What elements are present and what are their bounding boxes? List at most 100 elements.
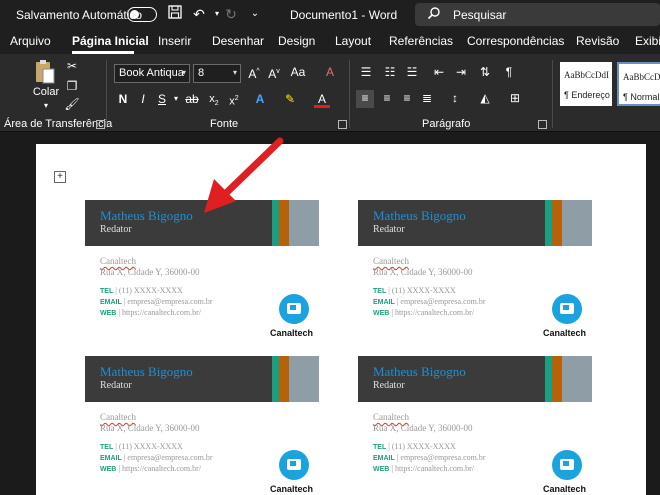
bold-icon[interactable]: N xyxy=(115,90,131,108)
chevron-down-icon[interactable]: ▾ xyxy=(168,90,184,108)
tab-pagina-inicial[interactable]: Página Inicial xyxy=(72,34,149,48)
card-tel: TEL | (11) XXXX-XXXX xyxy=(100,286,183,295)
shrink-font-icon[interactable]: Av xyxy=(266,64,282,82)
email-value: empresa@empresa.com.br xyxy=(400,297,486,306)
card-name: Matheus Bigogno xyxy=(100,208,193,223)
card-email: EMAIL | empresa@empresa.com.br xyxy=(373,453,486,462)
highlight-icon[interactable]: ✎ xyxy=(282,90,298,108)
tab-inserir[interactable]: Inserir xyxy=(158,34,191,48)
paragraph-launcher-icon[interactable] xyxy=(538,120,547,129)
email-label: EMAIL xyxy=(373,455,395,462)
decrease-indent-icon[interactable]: ⇤ xyxy=(430,64,448,80)
align-right-icon[interactable]: ≡ xyxy=(398,90,416,106)
align-left-icon[interactable]: ≡ xyxy=(356,90,374,108)
font-size-value: 8 xyxy=(198,67,205,79)
subscript-icon[interactable]: x2 xyxy=(206,90,222,108)
cut-icon[interactable]: ✂ xyxy=(64,58,80,74)
word-window: Salvamento Automático ↶ ▾ ↻ ⌄ Documento1… xyxy=(0,0,660,495)
clipboard-launcher-icon[interactable] xyxy=(96,120,105,129)
tab-design[interactable]: Design xyxy=(278,34,315,48)
business-card[interactable]: Matheus Bigogno Redator Canaltech Rua X,… xyxy=(358,200,592,350)
paste-icon[interactable] xyxy=(34,58,56,86)
stripe-orange xyxy=(552,200,562,246)
stripe-gray xyxy=(562,356,592,402)
font-launcher-icon[interactable] xyxy=(338,120,347,129)
email-value: empresa@empresa.com.br xyxy=(127,297,213,306)
format-painter-icon[interactable]: 🖌 xyxy=(64,96,80,112)
strikethrough-icon[interactable]: ab xyxy=(184,90,200,108)
font-color-icon[interactable]: A xyxy=(314,90,330,108)
borders-icon[interactable]: ⊞ xyxy=(506,90,524,106)
tel-value: (11) XXXX-XXXX xyxy=(118,286,183,295)
style-preview: AaBbCcDd xyxy=(623,72,660,82)
line-spacing-icon[interactable]: ↕ xyxy=(446,90,464,106)
card-role: Redator xyxy=(100,380,132,391)
table-move-handle-icon[interactable]: + xyxy=(54,171,66,183)
font-size-select[interactable]: 8 ▾ xyxy=(193,64,241,83)
font-family-value: Book Antiqua xyxy=(119,67,184,79)
font-family-select[interactable]: Book Antiqua ▾ xyxy=(114,64,190,83)
search-box[interactable]: Pesquisar xyxy=(415,3,660,26)
justify-icon[interactable]: ≣ xyxy=(418,90,436,106)
card-web: WEB | https://canaltech.com.br/ xyxy=(373,464,475,473)
card-address: Rua X, Cidade Y, 36000-00 xyxy=(373,267,473,277)
italic-icon[interactable]: I xyxy=(135,90,151,108)
style-name: ¶ Normal xyxy=(623,92,660,102)
ribbon: Colar ▾ ✂ ❐ 🖌 Área de Transferência Book… xyxy=(0,54,660,132)
tab-referencias[interactable]: Referências xyxy=(389,34,453,48)
tab-layout[interactable]: Layout xyxy=(335,34,371,48)
logo-text: Canaltech xyxy=(270,328,314,338)
stripe-orange xyxy=(552,356,562,402)
numbering-icon[interactable]: ☷ xyxy=(380,64,400,80)
title-bar: Salvamento Automático ↶ ▾ ↻ ⌄ Documento1… xyxy=(0,0,660,30)
search-icon xyxy=(427,6,441,23)
autosave-toggle[interactable] xyxy=(127,7,157,22)
card-company: Canaltech xyxy=(100,412,136,422)
align-center-icon[interactable]: ≡ xyxy=(378,90,396,106)
logo-text: Canaltech xyxy=(543,484,587,494)
increase-indent-icon[interactable]: ⇥ xyxy=(452,64,470,80)
bullets-icon[interactable]: ☰ xyxy=(356,64,376,80)
copy-icon[interactable]: ❐ xyxy=(64,78,80,94)
card-tel: TEL | (11) XXXX-XXXX xyxy=(373,286,456,295)
chevron-down-icon: ▾ xyxy=(181,68,186,77)
tel-label: TEL xyxy=(100,288,114,295)
tab-exibir[interactable]: Exibir xyxy=(635,34,660,48)
redo-icon[interactable]: ↻ xyxy=(222,5,240,23)
card-email: EMAIL | empresa@empresa.com.br xyxy=(100,453,213,462)
style-normal[interactable]: AaBbCcDd ¶ Normal xyxy=(617,62,660,106)
style-endereco[interactable]: AaBbCcDdI ¶ Endereço xyxy=(560,62,612,106)
tab-revisao[interactable]: Revisão xyxy=(576,34,619,48)
tel-value: (11) XXXX-XXXX xyxy=(391,286,456,295)
card-email: EMAIL | empresa@empresa.com.br xyxy=(373,297,486,306)
font-group-label: Fonte xyxy=(210,118,239,130)
shading-icon[interactable]: ◭ xyxy=(476,90,494,106)
superscript-icon[interactable]: x2 xyxy=(226,90,242,108)
canaltech-logo-icon xyxy=(279,450,309,480)
tel-value: (11) XXXX-XXXX xyxy=(391,442,456,451)
grow-font-icon[interactable]: A^ xyxy=(246,64,262,82)
stripe-gray xyxy=(562,200,592,246)
show-marks-icon[interactable]: ¶ xyxy=(500,64,518,80)
sort-icon[interactable]: ⇅ xyxy=(476,64,494,80)
text-effects-icon[interactable]: A xyxy=(252,90,268,108)
business-card[interactable]: Matheus Bigogno Redator Canaltech Rua X,… xyxy=(85,200,319,350)
group-separator xyxy=(106,60,107,128)
change-case-icon[interactable]: Aa xyxy=(290,64,306,80)
card-company: Canaltech xyxy=(100,256,136,266)
clear-formatting-icon[interactable]: A xyxy=(322,64,338,80)
logo-bubble xyxy=(287,303,301,314)
card-web: WEB | https://canaltech.com.br/ xyxy=(373,308,475,317)
business-card[interactable]: Matheus Bigogno Redator Canaltech Rua X,… xyxy=(85,356,319,495)
tab-arquivo[interactable]: Arquivo xyxy=(10,34,51,48)
undo-icon[interactable]: ↶ xyxy=(190,5,208,23)
paste-dropdown-icon[interactable]: ▾ xyxy=(38,98,54,114)
multilevel-list-icon[interactable]: ☱ xyxy=(402,64,422,80)
business-card[interactable]: Matheus Bigogno Redator Canaltech Rua X,… xyxy=(358,356,592,495)
tab-correspondencias[interactable]: Correspondências xyxy=(467,34,564,48)
save-icon[interactable] xyxy=(166,5,184,23)
tab-desenhar[interactable]: Desenhar xyxy=(212,34,264,48)
customize-toolbar-icon[interactable]: ⌄ xyxy=(246,5,264,23)
card-tel: TEL | (11) XXXX-XXXX xyxy=(373,442,456,451)
toggle-knob xyxy=(130,9,139,19)
